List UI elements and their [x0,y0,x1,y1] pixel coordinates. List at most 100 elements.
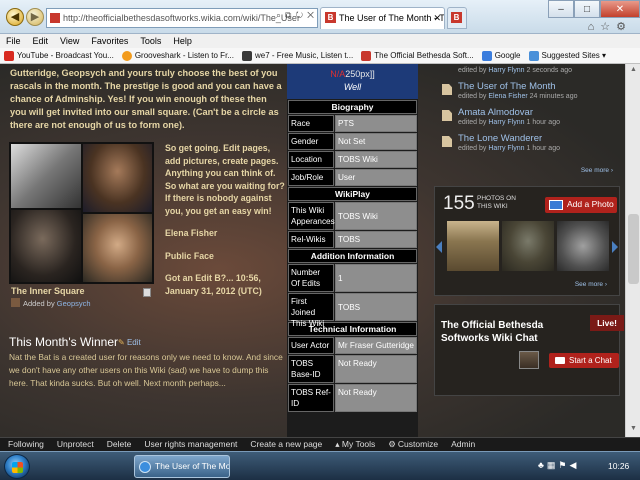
close-button[interactable]: ✕ [600,0,640,18]
flag-icon[interactable]: ⚑ [558,460,569,470]
clock[interactable]: 10:26 [608,461,629,471]
photo-collage[interactable] [9,142,154,284]
menu-file[interactable]: File [6,34,21,48]
toolbar-delete[interactable]: Delete [107,438,132,451]
toolbar-user-rights[interactable]: User rights management [144,438,237,451]
minimize-button[interactable]: – [548,0,574,18]
field-value: Mr Fraser Gutteridge [335,337,417,354]
refresh-icon[interactable]: ↻ [295,10,307,20]
infobox-header: N/A250px]] Well [287,64,418,99]
carousel-prev-arrow[interactable] [436,241,442,253]
favorites-star-icon[interactable]: ☆ [600,21,616,33]
menu-view[interactable]: View [60,34,79,48]
toolbar-following[interactable]: Following [8,438,44,451]
scroll-down-arrow[interactable]: ▼ [628,425,639,435]
activity-item[interactable]: Amata Almodovar edited by Harry Flynn 1 … [428,107,625,133]
activity-user-link[interactable]: Elena Fisher [488,93,527,100]
favorite-google[interactable]: Google [481,48,521,63]
activity-item[interactable]: The User of The Month edited by Elena Fi… [428,81,625,107]
menu-edit[interactable]: Edit [33,34,49,48]
intro-text: Gutteridge, Geopsych and yours truly cho… [10,68,282,130]
photo-attribution: Added by Geopsych [11,298,91,308]
activity-meta: edited by Harry Flynn 2 seconds ago [458,67,573,74]
toolbar-admin[interactable]: Admin [451,438,475,451]
chat-user-avatar[interactable] [519,351,539,369]
activity-title-link[interactable]: The User of The Month [458,81,556,92]
start-button[interactable] [4,454,30,479]
maximize-button[interactable]: □ [574,0,600,18]
uploader-link[interactable]: Geopsych [57,299,91,308]
activity-user-link[interactable]: Harry Flynn [488,119,524,126]
photo-man-portrait [83,144,152,212]
volume-icon[interactable]: ◀ [570,460,580,470]
winner-edit-link[interactable]: ✎ Edit [118,338,141,347]
scroll-up-arrow[interactable]: ▲ [628,66,639,76]
activity-title-link[interactable]: The Lone Wanderer [458,133,542,144]
tray-app-icon[interactable]: ♣ [538,460,547,470]
favorite-youtube[interactable]: YouTube - Broadcast You... [4,48,114,63]
toolbar-my-tools[interactable]: ▴ My Tools [335,438,375,451]
promo-paragraph: So get going. Edit pages, add pictures, … [165,143,285,216]
favorite-we7[interactable]: we7 - Free Music, Listen t... [241,48,353,63]
photo-thumbnail[interactable] [502,221,554,271]
field-value: Not Ready [335,384,417,412]
search-icon[interactable]: ⌕ [276,10,285,20]
photos-see-more-link[interactable]: See more › [575,281,607,288]
field-value: PTS [335,115,417,132]
vertical-scrollbar[interactable]: ▲ ▼ [625,64,640,437]
network-icon[interactable]: ▦ [547,460,559,470]
menu-tools[interactable]: Tools [140,34,161,48]
address-tools[interactable]: ⌕⧉↻✕ [276,10,318,21]
activity-title-link[interactable]: Amata Almodovar [458,107,533,118]
activity-user-link[interactable]: Harry Flynn [488,67,524,74]
forward-button[interactable]: ▶ [26,8,44,26]
gear-icon[interactable]: ⚙ [616,21,632,33]
stop-icon[interactable]: ✕ [307,10,318,20]
photos-module: 155 PHOTOS ON THIS WIKI Add a Photo See m… [434,186,620,296]
activity-meta: edited by Elena Fisher 24 minutes ago [458,93,578,100]
infobox-row: Race PTS [288,115,417,132]
window-controls: – □ ✕ [548,0,640,18]
scrollbar-thumb[interactable] [628,214,639,284]
activity-user-link[interactable]: Harry Flynn [488,145,524,152]
user-infobox: N/A250px]] Well Biography Race PTS Gender… [287,64,418,437]
pencil-icon: ✎ [118,338,125,347]
photo-thumbnail[interactable] [447,221,499,271]
infobox-row: First Joined This Wiki TOBS [288,293,417,328]
carousel-next-arrow[interactable] [612,241,618,253]
home-icon[interactable]: ⌂ [588,21,601,33]
favorites-bar: YouTube - Broadcast You... Grooveshark -… [0,48,640,64]
tab-active[interactable]: B The User of The Month - T... ✕ [320,7,445,29]
field-value: User [335,169,417,186]
tab-title: The User of The Month - T... [339,13,445,23]
tab-close-icon[interactable]: ✕ [433,8,441,28]
infobox-row: TOBS Base-ID Not Ready [288,355,417,383]
menu-favorites[interactable]: Favorites [91,34,128,48]
wiki-toolbar: Following Unprotect Delete User rights m… [0,437,640,451]
field-label: Race [288,115,334,132]
infobox-row: This Wiki Apperances TOBS Wiki [288,202,417,230]
toolbar-create-page[interactable]: Create a new page [250,438,322,451]
field-value: TOBS [335,293,417,321]
section-addition-information: Addition Information [288,249,417,263]
enlarge-icon[interactable] [143,288,151,297]
site-favicon [50,13,60,23]
activity-see-more-link[interactable]: See more › [581,167,613,174]
favorite-grooveshark[interactable]: Grooveshark - Listen to Fr... [121,48,234,63]
toolbar-customize[interactable]: ⚙ Customize [388,438,438,451]
back-button[interactable]: ◀ [6,8,24,26]
activity-item[interactable]: edited by Harry Flynn 2 seconds ago [428,64,625,78]
taskbar-browser-button[interactable]: The User of The Mo... [134,455,230,478]
add-photo-button[interactable]: Add a Photo [545,197,617,213]
toolbar-unprotect[interactable]: Unprotect [57,438,94,451]
activity-item[interactable]: The Lone Wanderer edited by Harry Flynn … [428,133,625,159]
menu-help[interactable]: Help [173,34,192,48]
suggested-sites[interactable]: Suggested Sites ▾ [528,48,606,63]
favorite-bethesda[interactable]: The Official Bethesda Soft... [361,48,474,63]
new-tab-button[interactable]: B [447,7,467,29]
compatibility-icon[interactable]: ⧉ [285,10,295,20]
start-chat-button[interactable]: Start a Chat [549,353,619,368]
suggested-sites-icon [528,51,539,61]
photo-thumbnail[interactable] [557,221,609,271]
infobox-row: Location TOBS Wiki [288,151,417,168]
